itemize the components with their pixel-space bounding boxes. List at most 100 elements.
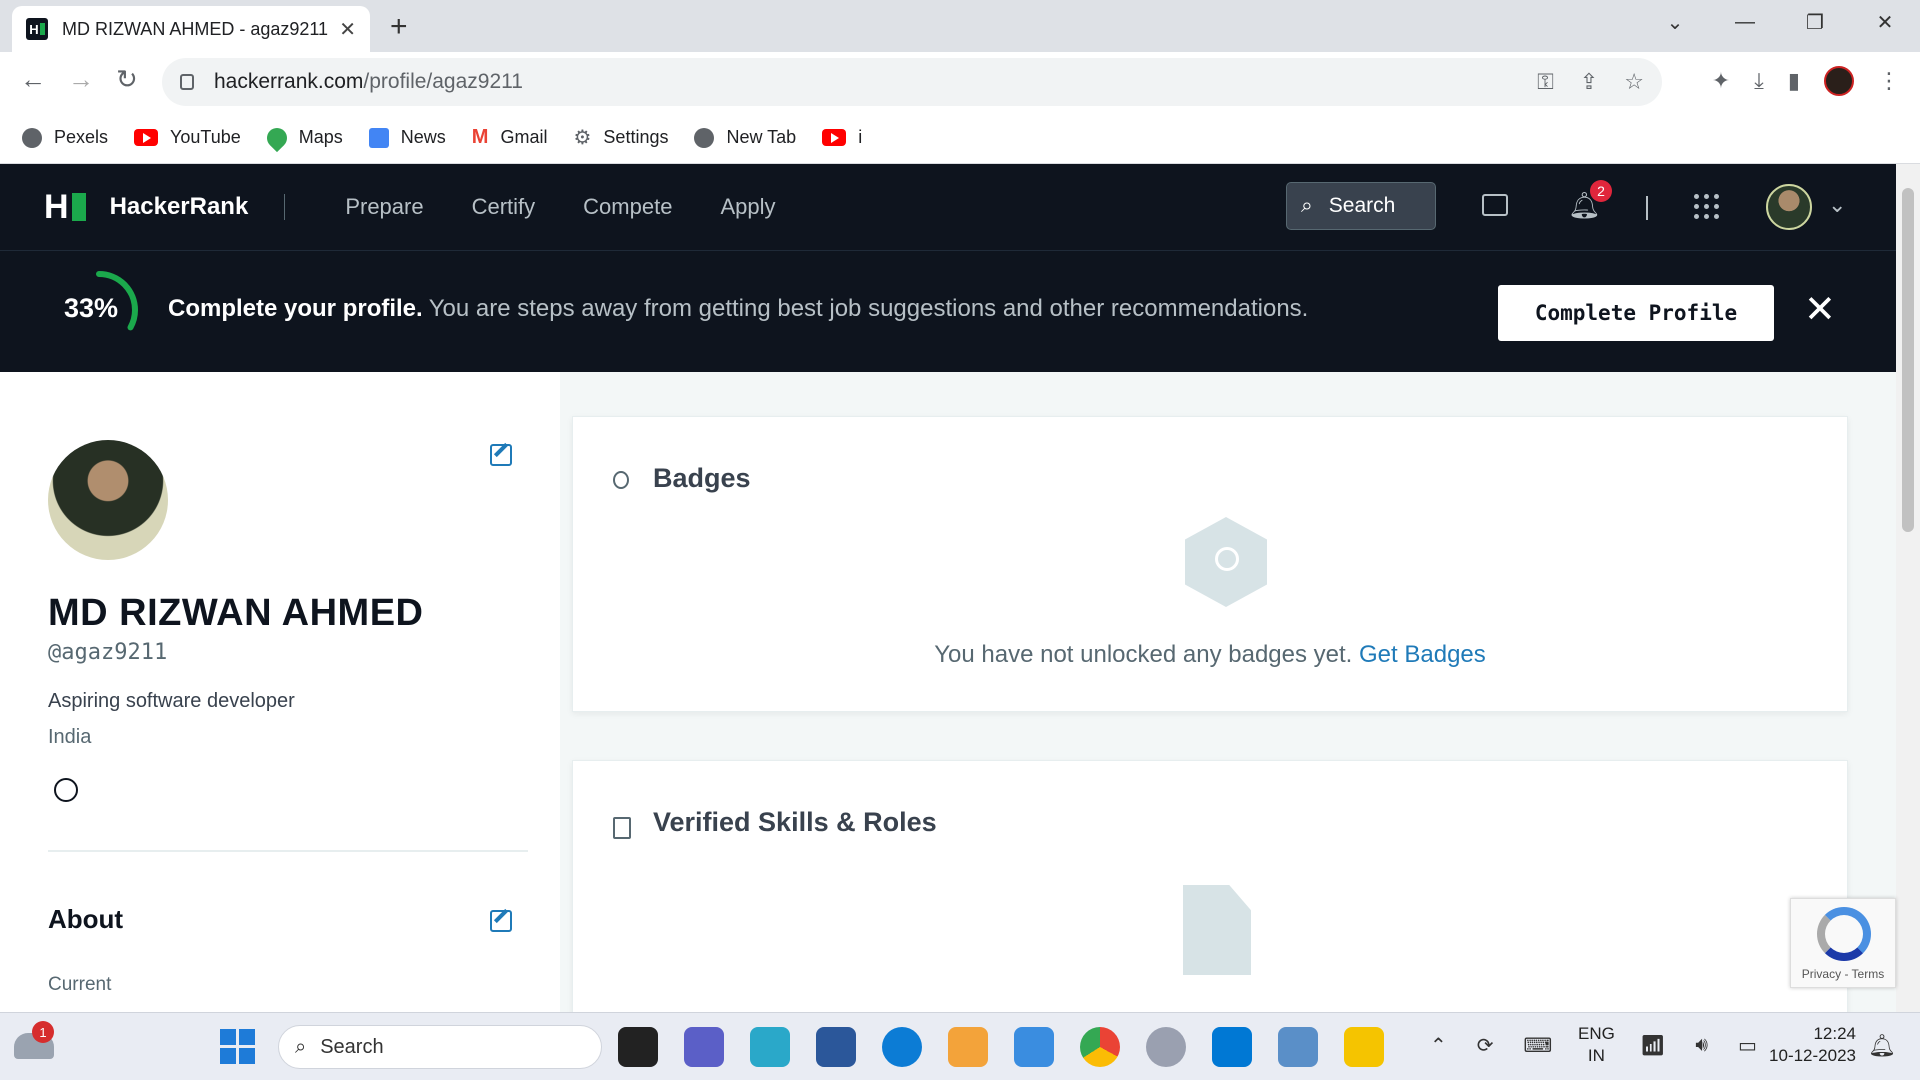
notification-bell-icon[interactable]: 🔔︎ — [1868, 1033, 1896, 1059]
chevron-up-icon[interactable]: ⌃ — [1430, 1033, 1447, 1058]
verified-skills-card: Verified Skills & Roles — [572, 760, 1848, 1012]
vscode-icon[interactable] — [1212, 1027, 1252, 1067]
news-icon — [368, 127, 389, 148]
scroll-thumb[interactable] — [1902, 188, 1914, 532]
empty-badge-icon — [1185, 517, 1267, 607]
language-indicator[interactable]: ENG IN — [1578, 1023, 1615, 1067]
profile-name: MD RIZWAN AHMED — [48, 592, 424, 634]
star-icon[interactable]: ☆ — [1624, 69, 1644, 95]
hackerrank-logo-icon[interactable]: H — [44, 188, 86, 227]
taskbar-apps — [618, 1027, 1384, 1067]
chrome-icon[interactable] — [1080, 1027, 1120, 1067]
edit-icon[interactable] — [490, 444, 512, 466]
page-scrollbar[interactable] — [1896, 164, 1920, 1012]
bookmark-youtube[interactable]: YouTube — [134, 127, 241, 148]
share-icon[interactable]: ⇪ — [1580, 69, 1598, 95]
file-explorer-icon[interactable] — [1344, 1027, 1384, 1067]
photos-icon[interactable] — [1014, 1027, 1054, 1067]
nav-prepare[interactable]: Prepare — [345, 194, 423, 220]
profile-country: India — [48, 726, 92, 748]
divider — [48, 850, 528, 852]
menu-kebab-icon[interactable]: ⋮ — [1878, 68, 1900, 94]
maps-icon — [262, 123, 291, 152]
certificate-document-icon — [1183, 885, 1251, 975]
taskbar-search[interactable]: ⌕ Search — [278, 1025, 602, 1069]
messages-icon[interactable] — [1482, 194, 1508, 216]
badges-empty-message: You have not unlocked any badges yet. Ge… — [934, 641, 1486, 668]
edge-icon[interactable] — [882, 1027, 922, 1067]
search-icon: ⌕ — [1301, 194, 1313, 217]
side-panel-icon[interactable]: ▮ — [1788, 68, 1800, 94]
nav-compete[interactable]: Compete — [583, 194, 672, 220]
bookmark-settings[interactable]: ⚙ Settings — [573, 125, 668, 150]
bookmark-i[interactable]: i — [822, 127, 862, 148]
gear-icon: ⚙ — [573, 127, 592, 149]
banner-message: Complete your profile. You are steps away… — [168, 295, 1309, 322]
recaptcha-links[interactable]: Privacy - Terms — [1791, 967, 1895, 981]
reload-icon[interactable]: ↻ — [116, 64, 138, 95]
nav-certify[interactable]: Certify — [472, 194, 536, 220]
bookmark-new-tab[interactable]: New Tab — [694, 127, 796, 148]
address-bar[interactable]: hackerrank.com/profile/agaz9211 ⚿ ⇪ ☆ — [162, 58, 1662, 106]
recaptcha-icon — [1817, 907, 1871, 961]
browser-profile-avatar[interactable] — [1824, 66, 1854, 96]
browser-toolbar: ← → ↻ hackerrank.com/profile/agaz9211 ⚿ … — [0, 52, 1920, 112]
browser-tab[interactable]: H MD RIZWAN AHMED - agaz9211 ✕ — [12, 6, 370, 52]
media-player-icon[interactable] — [948, 1027, 988, 1067]
volume-icon[interactable]: 🔊︎ — [1695, 1034, 1708, 1057]
chevron-down-icon[interactable]: ⌄ — [1828, 192, 1846, 218]
current-label: Current — [48, 974, 112, 995]
atom-icon[interactable] — [1146, 1027, 1186, 1067]
sync-icon[interactable]: ⟳ — [1477, 1033, 1494, 1058]
complete-profile-button[interactable]: Complete Profile — [1498, 285, 1774, 341]
recaptcha-badge[interactable]: Privacy - Terms — [1790, 898, 1896, 988]
badge-icon — [613, 471, 629, 489]
user-avatar[interactable] — [1766, 184, 1812, 230]
start-icon[interactable] — [220, 1029, 255, 1064]
restore-icon[interactable]: ❐ — [1780, 0, 1850, 44]
word-icon[interactable] — [816, 1027, 856, 1067]
brand-name[interactable]: HackerRank — [110, 193, 249, 221]
windows-taskbar: 1 ⌕ Search ⌃ ⟳ ⌨ ENG IN 📶︎ 🔊︎ ▭ 12:24 10-1… — [0, 1012, 1920, 1080]
extensions-icon[interactable]: ✦ — [1712, 68, 1730, 94]
new-tab-icon[interactable]: + — [390, 10, 408, 44]
back-icon[interactable]: ← — [20, 64, 46, 95]
bookmark-news[interactable]: News — [368, 127, 446, 148]
weather-badge: 1 — [32, 1021, 54, 1043]
key-icon[interactable]: ⚿ — [1537, 69, 1554, 95]
keyboard-icon[interactable]: ⌨ — [1524, 1033, 1553, 1058]
edit-about-icon[interactable] — [490, 910, 512, 932]
about-heading: About — [48, 904, 124, 934]
badges-title: Badges — [653, 463, 751, 493]
nav-divider — [284, 194, 286, 220]
close-tab-icon[interactable]: ✕ — [339, 17, 356, 42]
hackerrank-navbar: H HackerRank Prepare Certify Compete App… — [0, 164, 1896, 250]
download-icon[interactable]: ⤓ — [1754, 68, 1764, 94]
profile-handle: @agaz9211 — [48, 640, 168, 665]
apps-grid-icon[interactable] — [1694, 194, 1719, 219]
nav-apply[interactable]: Apply — [720, 194, 775, 220]
task-view-icon[interactable] — [618, 1027, 658, 1067]
hackerrank-favicon-icon: H — [26, 18, 48, 40]
forward-icon[interactable]: → — [68, 64, 94, 95]
network-icon[interactable] — [1278, 1027, 1318, 1067]
bookmark-gmail[interactable]: M Gmail — [472, 126, 548, 149]
wifi-icon[interactable]: 📶︎ — [1640, 1033, 1665, 1058]
desktop-icon[interactable] — [750, 1027, 790, 1067]
clock[interactable]: 12:24 10-12-2023 — [1760, 1023, 1856, 1067]
nav-divider — [1646, 196, 1648, 220]
bookmark-maps[interactable]: Maps — [262, 123, 343, 152]
minimize-icon[interactable]: — — [1710, 0, 1780, 44]
get-badges-link[interactable]: Get Badges — [1359, 641, 1486, 668]
teams-icon[interactable] — [684, 1027, 724, 1067]
github-icon[interactable] — [54, 778, 78, 802]
youtube-icon — [822, 129, 847, 146]
tab-search-icon[interactable]: ⌄ — [1640, 0, 1710, 44]
close-window-icon[interactable]: ✕ — [1850, 0, 1920, 44]
search-button[interactable]: ⌕ Search — [1286, 182, 1436, 230]
system-tray: ⌃ ⟳ ⌨ — [1430, 1033, 1552, 1058]
close-icon[interactable]: ✕ — [1804, 287, 1836, 332]
bookmark-pexels[interactable]: Pexels — [22, 127, 108, 148]
complete-profile-banner: 33% Complete your profile. You are steps … — [0, 250, 1896, 372]
battery-icon[interactable]: ▭ — [1738, 1033, 1757, 1058]
